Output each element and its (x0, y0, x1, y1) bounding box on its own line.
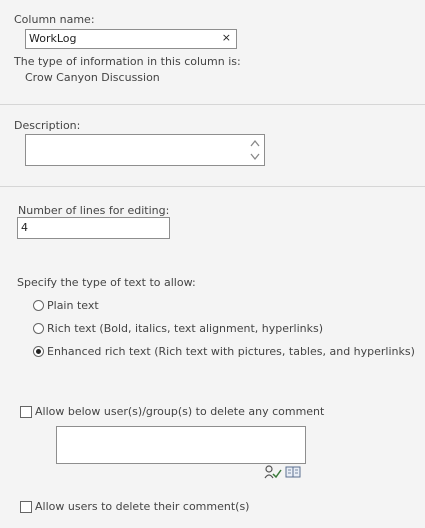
text-type-label: Specify the type of text to allow: (17, 276, 196, 289)
delete-own-comment-option[interactable]: Allow users to delete their comment(s) (20, 500, 249, 513)
radio-enhanced-rich-text[interactable]: Enhanced rich text (Rich text with pictu… (33, 345, 415, 358)
radio-label: Enhanced rich text (Rich text with pictu… (47, 345, 415, 358)
column-name-label: Column name: (14, 13, 95, 26)
lines-editing-label: Number of lines for editing: (18, 204, 170, 217)
radio-button[interactable] (33, 300, 44, 311)
section-divider (0, 186, 425, 187)
type-info-value: Crow Canyon Discussion (25, 71, 160, 84)
delete-any-comment-checkbox[interactable] (20, 405, 32, 418)
radio-label: Plain text (47, 299, 99, 312)
radio-button-selected[interactable] (33, 346, 44, 357)
delete-own-comment-checkbox[interactable] (20, 500, 32, 513)
delete-any-comment-label: Allow below user(s)/group(s) to delete a… (35, 405, 325, 418)
clear-icon[interactable]: × (222, 31, 231, 44)
column-name-value: WorkLog (29, 32, 77, 45)
people-picker-input[interactable] (56, 426, 306, 464)
textarea-scroll-arrows-icon[interactable] (248, 137, 262, 163)
section-divider (0, 104, 425, 105)
delete-any-comment-option[interactable]: Allow below user(s)/group(s) to delete a… (20, 405, 324, 418)
radio-label: Rich text (Bold, italics, text alignment… (47, 322, 324, 335)
lines-editing-value: 4 (21, 221, 28, 234)
delete-own-comment-label: Allow users to delete their comment(s) (35, 500, 250, 513)
radio-button[interactable] (33, 323, 44, 334)
lines-editing-input[interactable]: 4 (17, 217, 170, 239)
description-textarea[interactable] (25, 134, 265, 166)
browse-address-book-icon[interactable] (285, 466, 301, 478)
description-label: Description: (14, 119, 81, 132)
radio-rich-text[interactable]: Rich text (Bold, italics, text alignment… (33, 322, 323, 335)
type-info-label: The type of information in this column i… (14, 55, 241, 68)
check-names-icon[interactable] (264, 465, 282, 479)
radio-plain-text[interactable]: Plain text (33, 299, 99, 312)
column-name-input[interactable]: WorkLog × (25, 29, 237, 49)
